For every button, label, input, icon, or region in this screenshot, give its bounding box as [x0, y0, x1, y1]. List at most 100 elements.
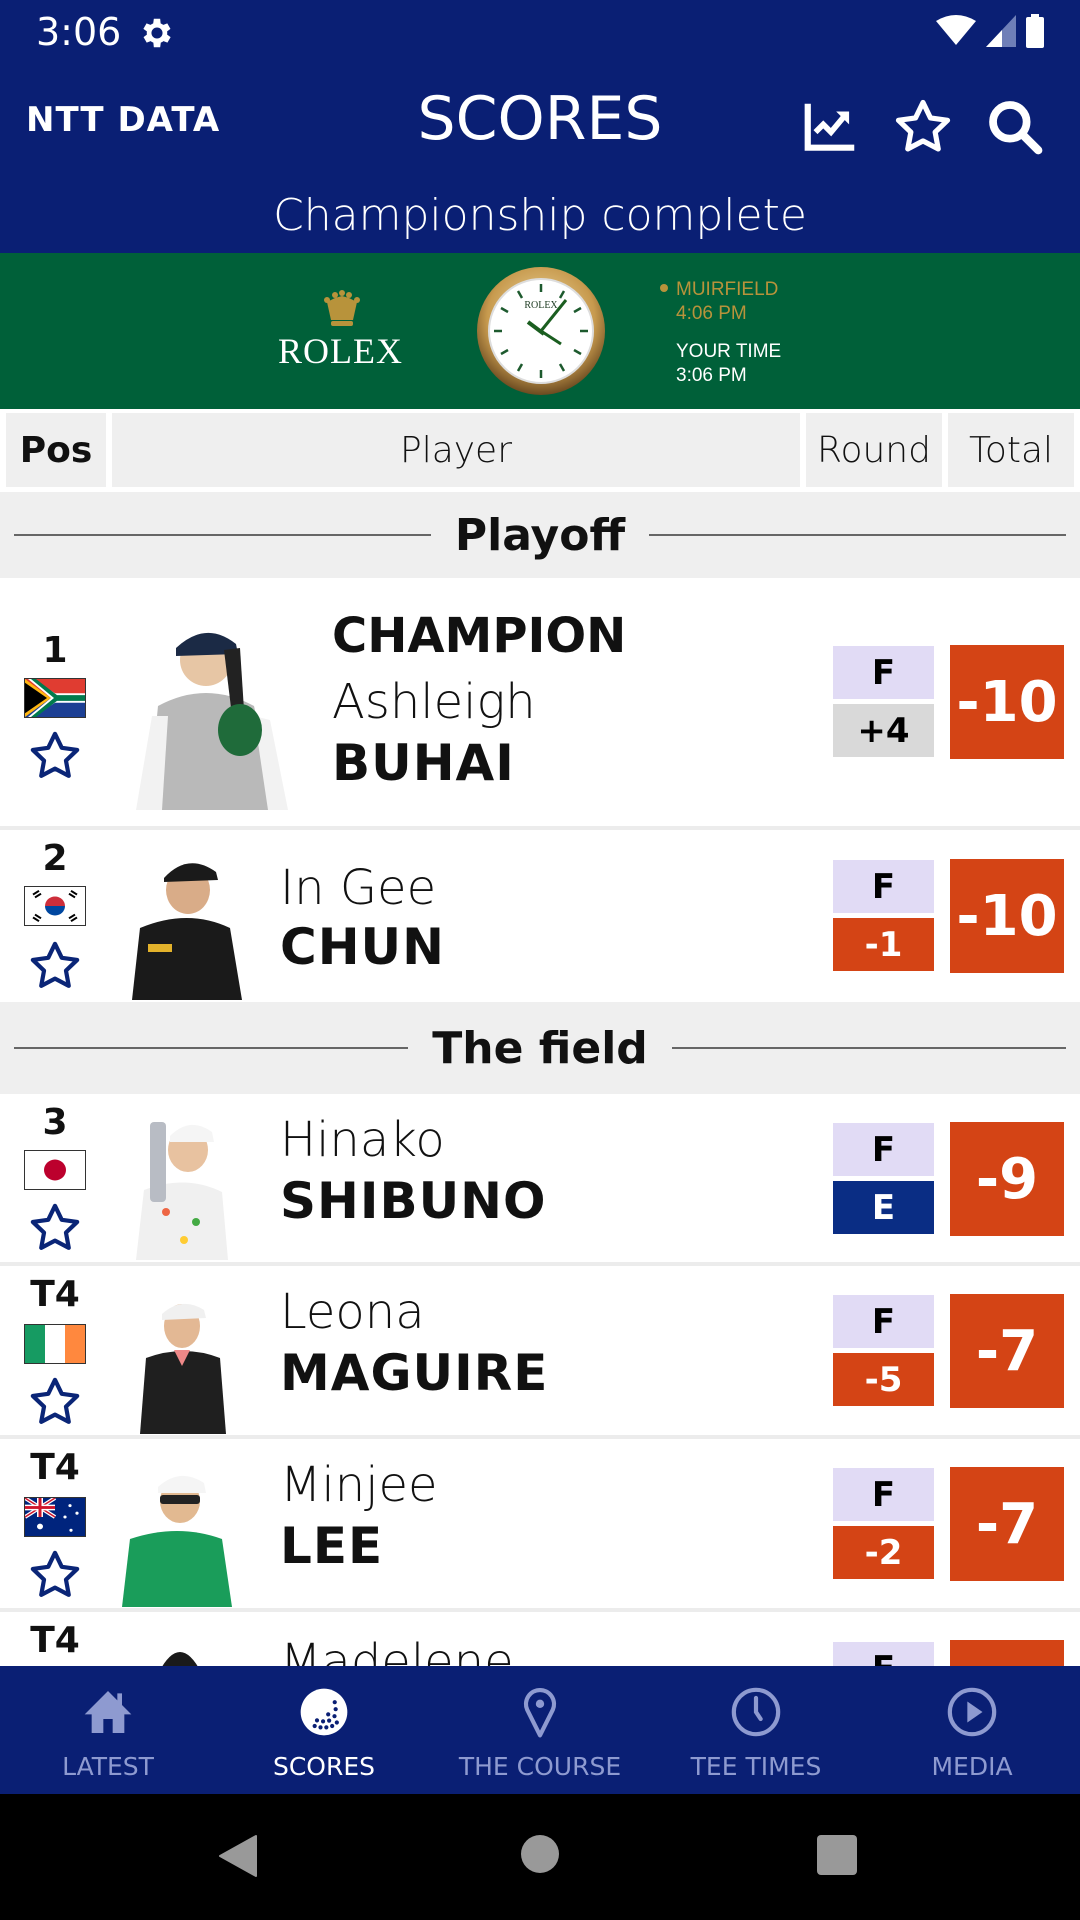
player-first-name: Hinako [280, 1112, 445, 1168]
divider [671, 1047, 1066, 1049]
nav-label: SCORES [272, 1752, 376, 1781]
system-navigation-bar [0, 1794, 1080, 1920]
chart-icon[interactable] [800, 96, 862, 158]
player-first-name: Minjee [280, 1457, 438, 1513]
player-first-name: In Gee [280, 860, 437, 916]
status-time: 3:06 [36, 10, 122, 54]
tournament-status: Championship complete [273, 190, 807, 241]
player-row[interactable]: 2 In Gee CHUN F -1 -10 [0, 830, 1080, 1002]
signal-icon [986, 15, 1016, 47]
player-photo [136, 632, 288, 810]
column-header-round[interactable]: Round [806, 413, 942, 487]
champion-badge: CHAMPION [332, 608, 627, 664]
wifi-icon [936, 15, 976, 45]
player-photo [132, 863, 242, 1000]
back-icon[interactable] [216, 1834, 260, 1878]
player-last-name: MAGUIRE [280, 1344, 549, 1402]
section-title: Playoff [454, 509, 626, 561]
nav-media[interactable]: MEDIA [864, 1666, 1080, 1794]
total-score: -7 [950, 1467, 1064, 1581]
nav-label: MEDIA [931, 1752, 1013, 1781]
section-title: The field [432, 1022, 648, 1074]
thru-status: F [833, 860, 934, 913]
position: T4 [30, 1447, 80, 1488]
venue-dot-icon [660, 283, 668, 292]
thru-status: F [833, 1123, 934, 1176]
player-photo [140, 1303, 226, 1434]
player-photo [136, 1122, 228, 1260]
player-last-name: BUHAI [332, 734, 515, 792]
player-last-name: SHIBUNO [280, 1172, 547, 1230]
favorite-star-icon[interactable] [25, 938, 85, 994]
position: 2 [42, 838, 68, 879]
thru-status: F [833, 646, 934, 699]
divider [14, 534, 431, 536]
round-score: -2 [833, 1526, 934, 1579]
column-header-total[interactable]: Total [948, 413, 1074, 487]
rolex-clock-icon: ROLEX [477, 267, 605, 395]
recents-icon[interactable] [816, 1834, 858, 1876]
player-row[interactable]: T4 Madelene F [0, 1612, 1080, 1672]
home-icon [84, 1691, 132, 1733]
favorite-star-icon[interactable] [25, 1200, 85, 1256]
star-icon[interactable] [892, 96, 954, 158]
position: 1 [42, 630, 68, 671]
flag-south-korea-icon [24, 886, 86, 926]
round-score: -1 [833, 918, 934, 971]
column-header-pos[interactable]: Pos [6, 413, 106, 487]
thru-status: F [833, 1295, 934, 1348]
divider [14, 1047, 409, 1049]
player-row[interactable]: 3 Hinako SHIBUNO F E -9 [0, 1094, 1080, 1266]
favorite-star-icon[interactable] [25, 1547, 85, 1603]
clock-icon [731, 1687, 781, 1737]
divider [649, 534, 1067, 536]
section-header-field: The field [0, 1002, 1080, 1094]
player-first-name: Leona [280, 1284, 425, 1340]
round-score: +4 [833, 704, 934, 757]
player-photo [122, 1475, 232, 1607]
status-icons [936, 14, 1044, 48]
app-header: 3:06 NTT DATA SCORES Championship comple… [0, 0, 1080, 253]
local-time-label: YOUR TIME [676, 341, 782, 362]
section-header-playoff: Playoff [0, 492, 1080, 578]
player-last-name: CHUN [280, 918, 445, 976]
venue-label: MUIRFIELD [676, 279, 779, 300]
player-first-name: Ashleigh [332, 674, 536, 730]
golf-ball-icon [300, 1688, 348, 1736]
flag-japan-icon [24, 1150, 86, 1190]
player-row[interactable]: 1 CHAMPION Ashleigh BUHAI F +4 -10 [0, 578, 1080, 830]
nav-scores[interactable]: SCORES [216, 1666, 432, 1794]
flag-south-africa-icon [24, 678, 86, 718]
total-score: -9 [950, 1122, 1064, 1236]
column-header-player[interactable]: Player [112, 413, 800, 487]
player-row[interactable]: T4 Minjee LEE F -2 -7 [0, 1439, 1080, 1612]
total-score: -10 [950, 859, 1064, 973]
play-icon [947, 1687, 997, 1737]
flag-ireland-icon [24, 1324, 86, 1364]
thru-status: F [833, 1468, 934, 1521]
venue-time: 4:06 PM [676, 303, 747, 324]
favorite-star-icon[interactable] [25, 728, 85, 784]
total-score: -7 [950, 1294, 1064, 1408]
round-score: E [833, 1181, 934, 1234]
nav-label: THE COURSE [458, 1752, 622, 1781]
search-icon[interactable] [984, 96, 1046, 158]
player-row[interactable]: T4 Leona MAGUIRE F -5 -7 [0, 1266, 1080, 1439]
battery-icon [1026, 14, 1044, 48]
bottom-navigation: LATEST SCORES THE COURSE TEE TIMES MEDIA [0, 1666, 1080, 1794]
settings-gear-icon [143, 18, 171, 48]
nav-tee-times[interactable]: TEE TIMES [648, 1666, 864, 1794]
position: 3 [42, 1102, 68, 1143]
round-score: -5 [833, 1353, 934, 1406]
local-time: 3:06 PM [676, 365, 747, 386]
position: T4 [30, 1274, 80, 1315]
rolex-crown-icon [324, 290, 360, 326]
nav-label: TEE TIMES [690, 1752, 822, 1781]
rolex-logo: ROLEX [278, 331, 403, 371]
nav-latest[interactable]: LATEST [0, 1666, 216, 1794]
favorite-star-icon[interactable] [25, 1374, 85, 1430]
player-last-name: LEE [280, 1517, 384, 1575]
home-button-icon[interactable] [520, 1834, 560, 1874]
nav-label: LATEST [62, 1752, 154, 1781]
nav-the-course[interactable]: THE COURSE [432, 1666, 648, 1794]
